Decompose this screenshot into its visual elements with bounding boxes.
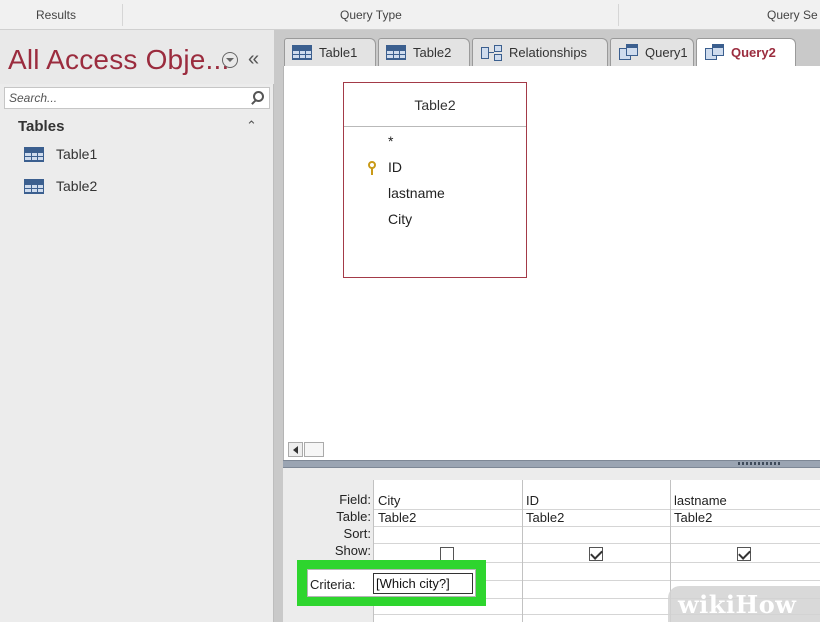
grid-line bbox=[374, 526, 820, 527]
tables-group-header[interactable]: Tables ⌃ bbox=[0, 114, 274, 138]
tables-group-label: Tables bbox=[18, 118, 65, 135]
criteria-row: Criteria: [Which city?] bbox=[307, 569, 476, 597]
cell-field-lastname[interactable]: lastname bbox=[674, 493, 727, 508]
nav-item-label: Table1 bbox=[56, 146, 98, 162]
show-checkbox-id[interactable] bbox=[589, 547, 603, 561]
navigation-pane: All Access Obje... « Search... Tables ⌃ … bbox=[0, 30, 274, 622]
grid-line bbox=[374, 509, 820, 510]
nav-item-table1[interactable]: Table1 bbox=[0, 140, 274, 168]
ribbon-group-query-type: Query Type bbox=[340, 8, 402, 22]
splitter-grip[interactable] bbox=[738, 462, 782, 465]
field-list-title[interactable]: Table2 bbox=[344, 83, 526, 127]
tab-table2[interactable]: Table2 bbox=[378, 38, 470, 66]
scroll-left-arrow-icon[interactable] bbox=[288, 442, 303, 457]
cell-table-lastname[interactable]: Table2 bbox=[674, 510, 712, 525]
ribbon-group-labels: Results Query Type Query Se bbox=[0, 0, 820, 30]
ribbon-group-query-setup: Query Se bbox=[767, 8, 818, 22]
nav-search-box[interactable]: Search... bbox=[4, 87, 270, 109]
ribbon-separator bbox=[122, 4, 123, 26]
tab-label: Table2 bbox=[413, 45, 452, 60]
key-icon bbox=[367, 161, 377, 175]
nav-item-label: Table2 bbox=[56, 178, 98, 194]
nav-item-table2[interactable]: Table2 bbox=[0, 172, 274, 200]
row-label-field: Field: bbox=[339, 492, 371, 507]
horizontal-scrollbar-thumb[interactable] bbox=[304, 442, 324, 457]
grid-line bbox=[522, 480, 523, 622]
row-label-table: Table: bbox=[336, 509, 371, 524]
grid-line bbox=[374, 543, 820, 544]
cell-table-id[interactable]: Table2 bbox=[526, 510, 564, 525]
tab-label: Relationships bbox=[509, 45, 588, 60]
collapse-group-icon[interactable]: ⌃ bbox=[246, 118, 257, 134]
row-label-show: Show: bbox=[334, 543, 371, 558]
field-lastname[interactable]: lastname bbox=[388, 185, 445, 201]
tab-label: Table1 bbox=[319, 45, 358, 60]
cell-table-city[interactable]: Table2 bbox=[378, 510, 416, 525]
field-list-table2[interactable]: Table2 * ID lastname City bbox=[343, 82, 527, 278]
criteria-input-city[interactable]: [Which city?] bbox=[373, 573, 473, 594]
relationships-icon bbox=[481, 45, 503, 61]
search-icon[interactable] bbox=[253, 91, 264, 102]
nav-pane-header[interactable]: All Access Obje... « bbox=[0, 30, 274, 84]
table-icon bbox=[292, 45, 312, 60]
cell-field-id[interactable]: ID bbox=[526, 493, 539, 508]
nav-pane-title[interactable]: All Access Obje... bbox=[8, 44, 229, 76]
document-tab-bar: Table1 Table2 Relationships Query1 Query… bbox=[276, 30, 820, 70]
cell-field-city[interactable]: City bbox=[378, 493, 400, 508]
table-icon bbox=[24, 179, 44, 194]
criteria-highlight: Criteria: [Which city?] bbox=[297, 560, 486, 606]
field-city[interactable]: City bbox=[388, 211, 412, 227]
wikihow-watermark: wikiHow bbox=[668, 586, 820, 622]
tab-label: Query2 bbox=[731, 45, 776, 60]
row-label-criteria: Criteria: bbox=[310, 577, 356, 592]
show-checkbox-city[interactable] bbox=[440, 547, 454, 561]
tab-relationships[interactable]: Relationships bbox=[472, 38, 608, 66]
query-icon bbox=[705, 44, 725, 62]
table-icon bbox=[24, 147, 44, 162]
pane-splitter[interactable] bbox=[283, 460, 820, 468]
ribbon-group-results: Results bbox=[36, 8, 77, 22]
tab-query1[interactable]: Query1 bbox=[610, 38, 694, 66]
tab-label: Query1 bbox=[645, 45, 688, 60]
table-icon bbox=[386, 45, 406, 60]
dropdown-circle-icon[interactable] bbox=[222, 52, 238, 68]
tab-table1[interactable]: Table1 bbox=[284, 38, 376, 66]
watermark-logo: wikiHow bbox=[678, 590, 797, 619]
show-checkbox-lastname[interactable] bbox=[737, 547, 751, 561]
row-label-sort: Sort: bbox=[343, 526, 371, 541]
tab-query2[interactable]: Query2 bbox=[696, 38, 796, 66]
field-id[interactable]: ID bbox=[388, 159, 402, 175]
query-icon bbox=[619, 44, 639, 62]
search-input[interactable]: Search... bbox=[9, 91, 57, 105]
collapse-pane-icon[interactable]: « bbox=[248, 48, 259, 71]
ribbon-separator bbox=[618, 4, 619, 26]
query-design-pane[interactable]: Table2 * ID lastname City bbox=[283, 66, 820, 460]
field-all[interactable]: * bbox=[388, 133, 393, 149]
